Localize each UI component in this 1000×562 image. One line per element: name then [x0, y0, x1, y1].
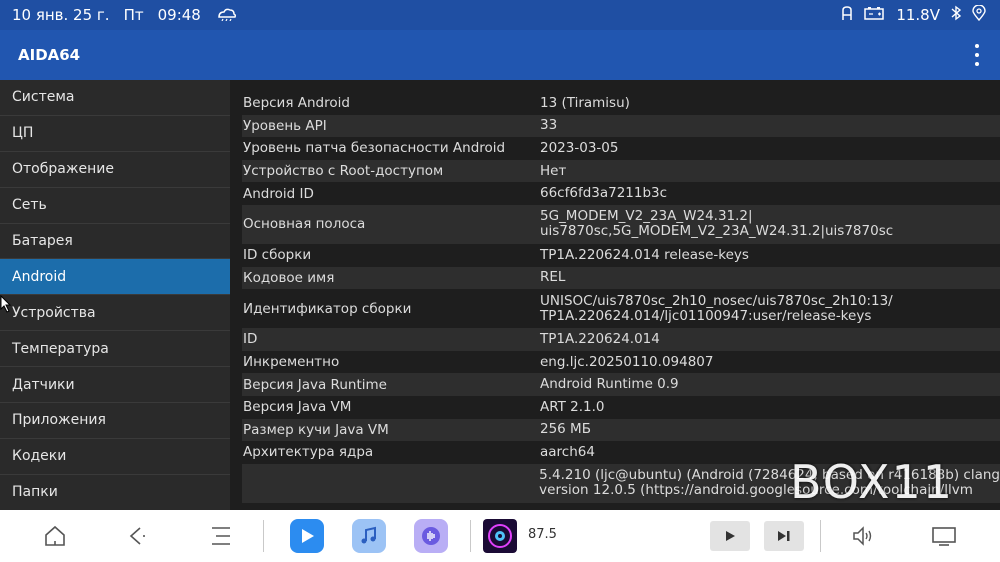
sidebar-item-display[interactable]: Отображение [0, 152, 230, 188]
sidebar-item-sensors[interactable]: Датчики [0, 367, 230, 404]
voltage-readout: 11.8V [896, 6, 940, 24]
detail-row: Версия Java VM ART 2.1.0 [243, 398, 605, 416]
voice-icon[interactable] [414, 519, 448, 553]
app-bar: AIDA64 [0, 30, 1000, 80]
detail-row: Уровень API 33 [242, 114, 1000, 138]
detail-row: ID TP1A.220624.014 [242, 328, 1000, 351]
status-time: 09:48 [157, 6, 201, 24]
sidebar-item-android[interactable]: Android [0, 259, 230, 296]
sidebar: Система ЦП Отображение Сеть Батарея Andr… [0, 80, 230, 510]
next-icon[interactable] [764, 521, 804, 551]
detail-row: Инкрементно eng.ljc.20250110.094807 [243, 353, 714, 371]
detail-row: Android ID 66cf6fd3a7211b3c [243, 185, 668, 202]
sidebar-item-temperature[interactable]: Температура [0, 331, 230, 368]
detail-row: Версия Java Runtime Android Runtime 0.9 [242, 373, 1000, 396]
status-weekday: Пт [123, 6, 144, 24]
android-details-panel[interactable]: Версия Android 13 (Tiramisu) Уровень API 3… [230, 80, 1000, 510]
status-date: 10 янв. 25 г. [12, 6, 110, 24]
bluetooth-icon [950, 5, 962, 25]
mouse-cursor-icon [0, 294, 12, 317]
sidebar-item-codecs[interactable]: Кодеки [0, 439, 230, 475]
menu-icon[interactable] [204, 520, 238, 552]
detail-row: Устройство с Root-доступом Нет [242, 159, 1000, 183]
back-icon[interactable] [120, 520, 154, 552]
play-icon[interactable] [710, 521, 750, 551]
sidebar-item-folders[interactable]: Папки [0, 475, 230, 510]
detail-row: Основная полоса 5G_MODEM_V2_23A_W24.31.2|… [242, 204, 1000, 244]
battery-icon [864, 6, 886, 24]
radio-album-art[interactable] [483, 519, 517, 553]
screen-icon[interactable] [927, 520, 961, 552]
sidebar-item-apps[interactable]: Приложения [0, 403, 230, 439]
status-bar: 10 янв. 25 г. Пт 09:48 11.8V [0, 0, 1000, 30]
sidebar-item-system[interactable]: Система [0, 80, 230, 116]
volume-icon[interactable] [845, 520, 879, 552]
sidebar-item-devices[interactable]: Устройства [0, 295, 230, 332]
detail-row: Кодовое имя REL [242, 266, 1000, 290]
weather-icon [215, 5, 237, 25]
detail-row: Уровень патча безопасности Android 2023-0… [243, 139, 619, 157]
system-nav-bar: 87.5 [0, 510, 1000, 562]
detail-row: Идентификатор сборки UNISOC/uis7870sc_2h1… [243, 292, 893, 324]
detail-row: Размер кучи Java VM 256 МБ [242, 418, 1000, 442]
home-icon[interactable] [38, 520, 72, 552]
seat-icon [840, 5, 854, 25]
radio-frequency: 87.5 [528, 527, 557, 542]
video-player-icon[interactable] [290, 519, 324, 553]
detail-row: ID сборки TP1A.220624.014 release-keys [243, 246, 749, 264]
sidebar-item-battery[interactable]: Батарея [0, 224, 230, 260]
detail-row: Версия Android 13 (Tiramisu) [243, 94, 630, 112]
app-title: AIDA64 [18, 46, 81, 64]
overflow-menu-icon[interactable] [972, 44, 982, 66]
sidebar-item-network[interactable]: Сеть [0, 188, 230, 224]
location-icon [972, 4, 986, 25]
music-icon[interactable] [352, 519, 386, 553]
watermark: BOX11 [790, 455, 955, 509]
sidebar-item-cpu[interactable]: ЦП [0, 116, 230, 152]
